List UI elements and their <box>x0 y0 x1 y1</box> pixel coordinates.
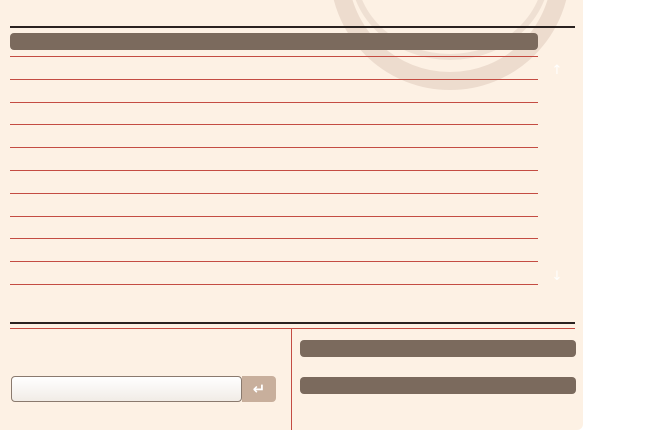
list-item <box>10 124 538 147</box>
send-button[interactable]: ↵ <box>242 376 276 402</box>
notebook-panel: ↑ ↓ ↵ <box>0 0 583 430</box>
list-item <box>10 56 538 79</box>
section-divider <box>10 328 575 329</box>
side-panel-bar-2 <box>300 377 576 394</box>
list-item <box>10 169 538 193</box>
list-item <box>10 147 538 170</box>
list-item <box>10 283 538 307</box>
list-item <box>10 78 538 102</box>
list-item <box>10 101 538 125</box>
top-divider <box>10 26 575 28</box>
chat-input[interactable] <box>11 376 242 402</box>
list-item <box>10 192 538 216</box>
vertical-divider <box>291 329 292 430</box>
bottom-divider <box>10 322 575 324</box>
arrow-down-icon[interactable]: ↓ <box>551 270 563 283</box>
message-list <box>10 56 538 307</box>
arrow-up-icon[interactable]: ↑ <box>551 64 563 77</box>
side-panel-bar-1 <box>300 340 576 357</box>
list-item <box>10 261 538 284</box>
list-item <box>10 215 538 239</box>
list-header-bar <box>10 33 538 50</box>
return-icon: ↵ <box>252 380 266 398</box>
list-item <box>10 238 538 261</box>
